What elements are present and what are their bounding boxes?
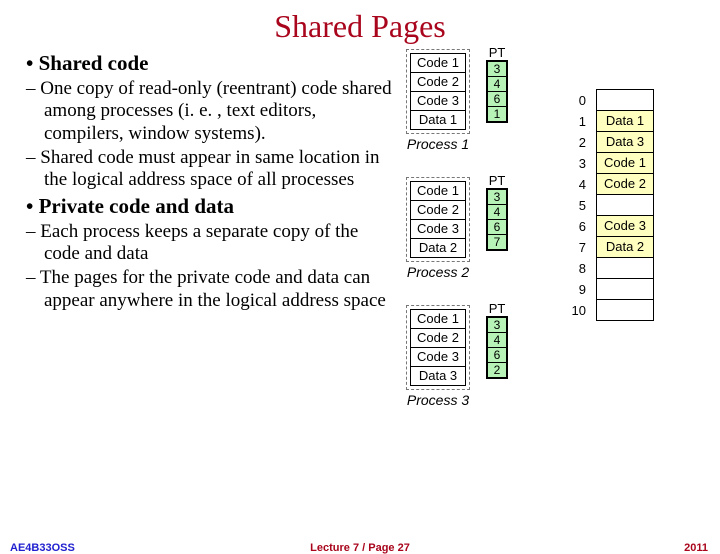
text-column: Shared code One copy of read-only (reent… xyxy=(26,49,396,489)
bullet-shared-code: Shared code xyxy=(42,51,396,76)
p3-page: Code 2 xyxy=(410,328,466,348)
pt-label: PT xyxy=(486,301,508,316)
pt-entry: 4 xyxy=(487,332,507,348)
p2-page: Code 1 xyxy=(410,181,466,201)
process1-pt: PT 3 4 6 1 xyxy=(486,45,508,123)
diagram: Code 1 Code 2 Code 3 Data 1 Process 1 PT… xyxy=(396,49,696,489)
pt-label: PT xyxy=(486,45,508,60)
sub-anywhere: The pages for the private code and data … xyxy=(44,267,396,312)
process2-pt: PT 3 4 6 7 xyxy=(486,173,508,251)
footer-right: 2011 xyxy=(684,542,708,554)
mem-frame xyxy=(596,194,654,216)
mem-frame xyxy=(596,89,654,111)
p1-page: Code 2 xyxy=(410,72,466,92)
mem-index: 2 xyxy=(566,135,586,150)
pt-entry: 2 xyxy=(487,362,507,378)
mem-frame: Data 3 xyxy=(596,131,654,153)
pt-entry: 3 xyxy=(487,317,507,333)
p1-page: Data 1 xyxy=(410,110,466,130)
mem-index: 8 xyxy=(566,261,586,276)
mem-index: 7 xyxy=(566,240,586,255)
mem-index: 10 xyxy=(566,303,586,318)
process1-pages: Code 1 Code 2 Code 3 Data 1 Process 1 xyxy=(406,49,470,152)
process1-label: Process 1 xyxy=(406,136,470,152)
mem-index: 4 xyxy=(566,177,586,192)
process2-pages: Code 1 Code 2 Code 3 Data 2 Process 2 xyxy=(406,177,470,280)
p3-page: Data 3 xyxy=(410,366,466,386)
mem-frame: Data 2 xyxy=(596,236,654,258)
pt-entry: 6 xyxy=(487,219,507,235)
mem-frame xyxy=(596,299,654,321)
process3-label: Process 3 xyxy=(406,392,470,408)
p2-page: Code 2 xyxy=(410,200,466,220)
bullet-private: Private code and data xyxy=(42,194,396,219)
mem-index: 0 xyxy=(566,93,586,108)
footer-center: Lecture 7 / Page 27 xyxy=(0,542,720,554)
mem-frame xyxy=(596,257,654,279)
p3-page: Code 1 xyxy=(410,309,466,329)
mem-frame: Code 3 xyxy=(596,215,654,237)
sub-same-location: Shared code must appear in same location… xyxy=(44,147,396,192)
mem-index: 6 xyxy=(566,219,586,234)
mem-frame xyxy=(596,278,654,300)
pt-entry: 3 xyxy=(487,189,507,205)
p2-page: Data 2 xyxy=(410,238,466,258)
mem-frame: Data 1 xyxy=(596,110,654,132)
process3-pt: PT 3 4 6 2 xyxy=(486,301,508,379)
mem-index: 5 xyxy=(566,198,586,213)
pt-label: PT xyxy=(486,173,508,188)
p1-page: Code 1 xyxy=(410,53,466,73)
slide-title: Shared Pages xyxy=(0,8,720,45)
pt-entry: 1 xyxy=(487,106,507,122)
pt-entry: 4 xyxy=(487,204,507,220)
p1-page: Code 3 xyxy=(410,91,466,111)
p3-page: Code 3 xyxy=(410,347,466,367)
pt-entry: 6 xyxy=(487,347,507,363)
p2-page: Code 3 xyxy=(410,219,466,239)
sub-reentrant: One copy of read-only (reentrant) code s… xyxy=(44,78,396,145)
pt-entry: 6 xyxy=(487,91,507,107)
mem-frame: Code 1 xyxy=(596,152,654,174)
pt-entry: 7 xyxy=(487,234,507,250)
mem-index: 9 xyxy=(566,282,586,297)
pt-entry: 3 xyxy=(487,61,507,77)
mem-frame: Code 2 xyxy=(596,173,654,195)
memory-column: Data 1 Data 3 Code 1 Code 2 Code 3 Data … xyxy=(596,89,654,321)
sub-separate-copy: Each process keeps a separate copy of th… xyxy=(44,221,396,266)
process2-label: Process 2 xyxy=(406,264,470,280)
pt-entry: 4 xyxy=(487,76,507,92)
mem-index: 1 xyxy=(566,114,586,129)
process3-pages: Code 1 Code 2 Code 3 Data 3 Process 3 xyxy=(406,305,470,408)
mem-index: 3 xyxy=(566,156,586,171)
